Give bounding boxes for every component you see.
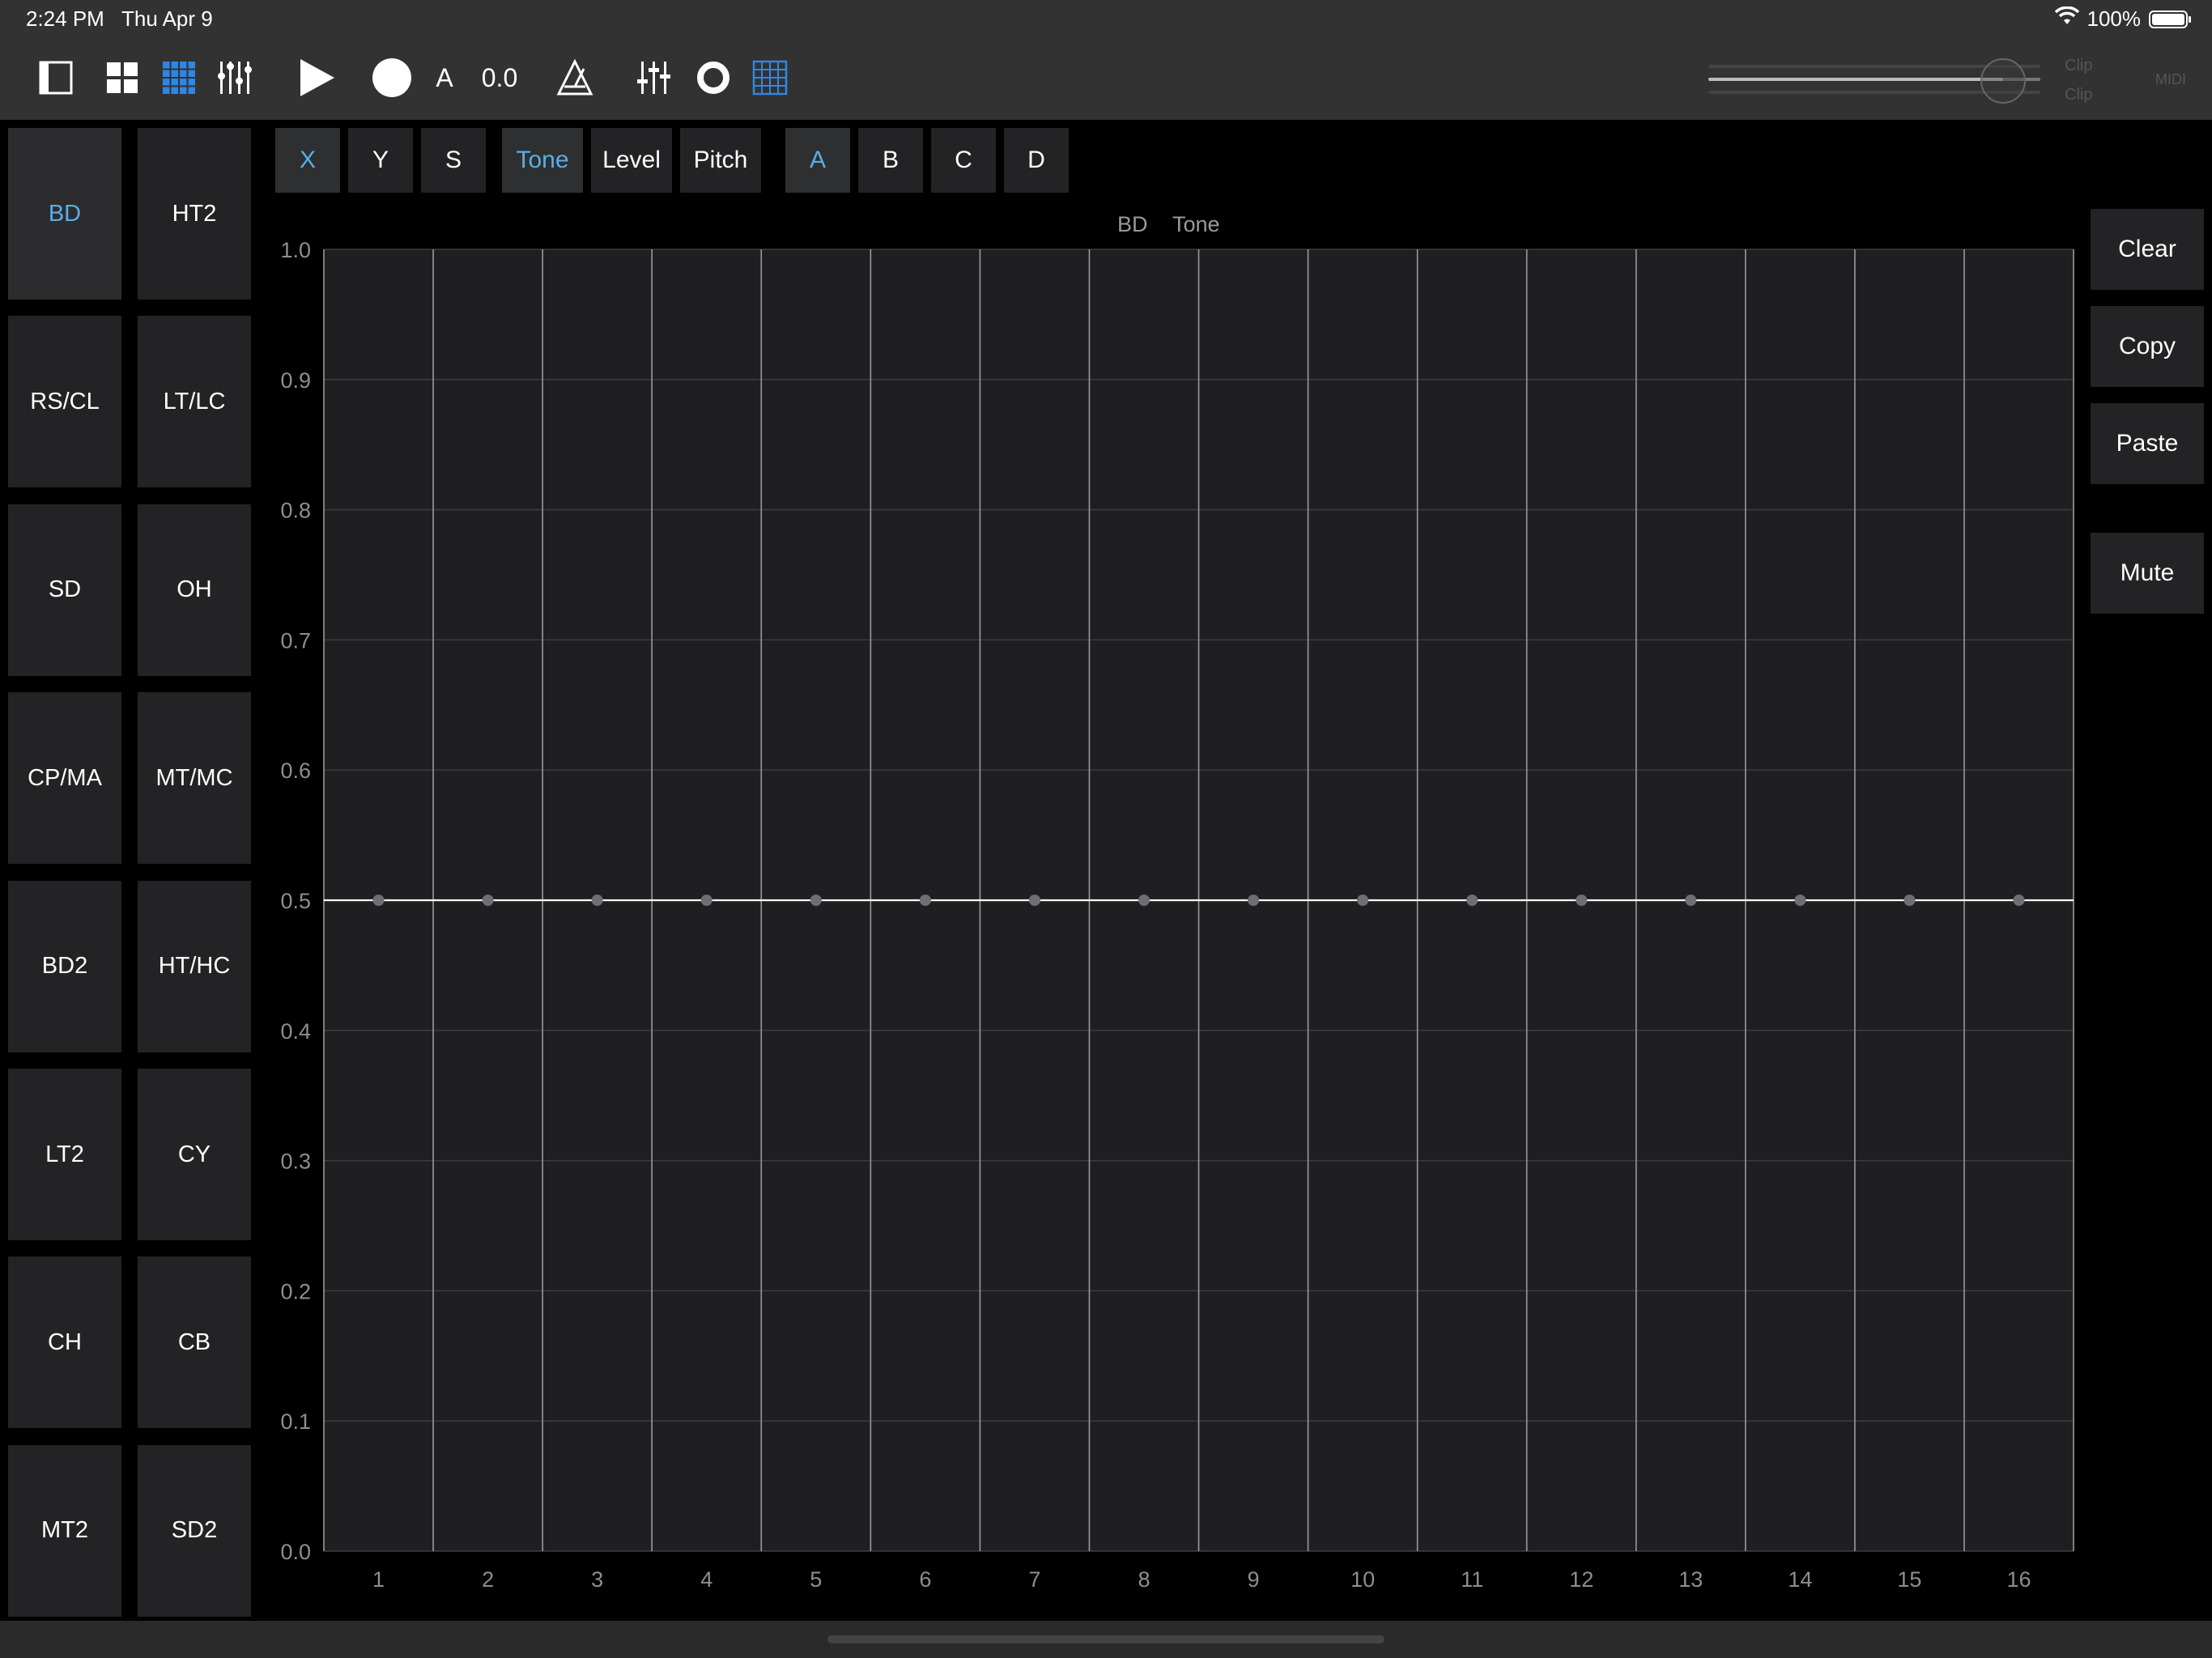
mute-button[interactable]: Mute (2091, 533, 2204, 614)
step-point[interactable] (1794, 895, 1806, 906)
x-tick-label: 5 (810, 1567, 822, 1592)
step-point[interactable] (372, 895, 385, 906)
y-tick-label: 0.5 (280, 889, 311, 913)
y-tick-label: 0.9 (280, 368, 311, 393)
app-root: 2:24 PM Thu Apr 9 100% A 0.0 Clip Clip M… (0, 0, 2212, 1658)
step-point[interactable] (1028, 895, 1040, 906)
x-tick-label: 12 (1569, 1567, 1593, 1592)
home-indicator[interactable] (827, 1635, 1385, 1643)
step-point[interactable] (810, 895, 822, 906)
step-point[interactable] (1138, 895, 1150, 906)
y-tick-label: 0.6 (280, 759, 311, 783)
step-point[interactable] (700, 895, 713, 906)
step-point[interactable] (1357, 895, 1369, 906)
step-point[interactable] (482, 895, 494, 906)
y-tick-label: 0.3 (280, 1150, 311, 1174)
step-point[interactable] (591, 895, 603, 906)
copy-button[interactable]: Copy (2091, 306, 2204, 387)
x-tick-label: 13 (1678, 1567, 1703, 1592)
x-tick-label: 4 (700, 1567, 713, 1592)
automation-chart[interactable]: 0.00.10.20.30.40.50.60.70.80.91.01 2 3 4 5 6 7… (0, 0, 2212, 1658)
x-tick-label: 15 (1897, 1567, 1921, 1592)
y-tick-label: 0.2 (280, 1279, 311, 1303)
x-tick-label: 10 (1351, 1567, 1375, 1592)
x-tick-label: 2 (482, 1567, 494, 1592)
x-tick-label: 3 (591, 1567, 603, 1592)
y-tick-label: 1.0 (280, 238, 311, 262)
step-point[interactable] (1466, 895, 1478, 906)
x-tick-label: 9 (1248, 1567, 1260, 1592)
step-point[interactable] (919, 895, 931, 906)
y-tick-label: 0.7 (280, 628, 311, 653)
x-tick-label: 8 (1138, 1567, 1150, 1592)
x-tick-label: 1 (372, 1567, 385, 1592)
paste-button[interactable]: Paste (2091, 403, 2204, 484)
step-point[interactable] (1576, 895, 1588, 906)
x-tick-label: 14 (1788, 1567, 1812, 1592)
step-point[interactable] (1904, 895, 1916, 906)
step-point[interactable] (1248, 895, 1260, 906)
x-tick-label: 11 (1461, 1567, 1483, 1592)
x-tick-label: 7 (1028, 1567, 1040, 1592)
y-tick-label: 0.0 (280, 1540, 311, 1564)
step-point[interactable] (1685, 895, 1697, 906)
clear-button[interactable]: Clear (2091, 209, 2204, 290)
step-point[interactable] (2013, 895, 2025, 906)
y-tick-label: 0.4 (280, 1019, 311, 1044)
x-tick-label: 6 (919, 1567, 931, 1592)
x-tick-label: 16 (2006, 1567, 2031, 1592)
y-tick-label: 0.1 (280, 1409, 311, 1434)
y-tick-label: 0.8 (280, 499, 311, 523)
